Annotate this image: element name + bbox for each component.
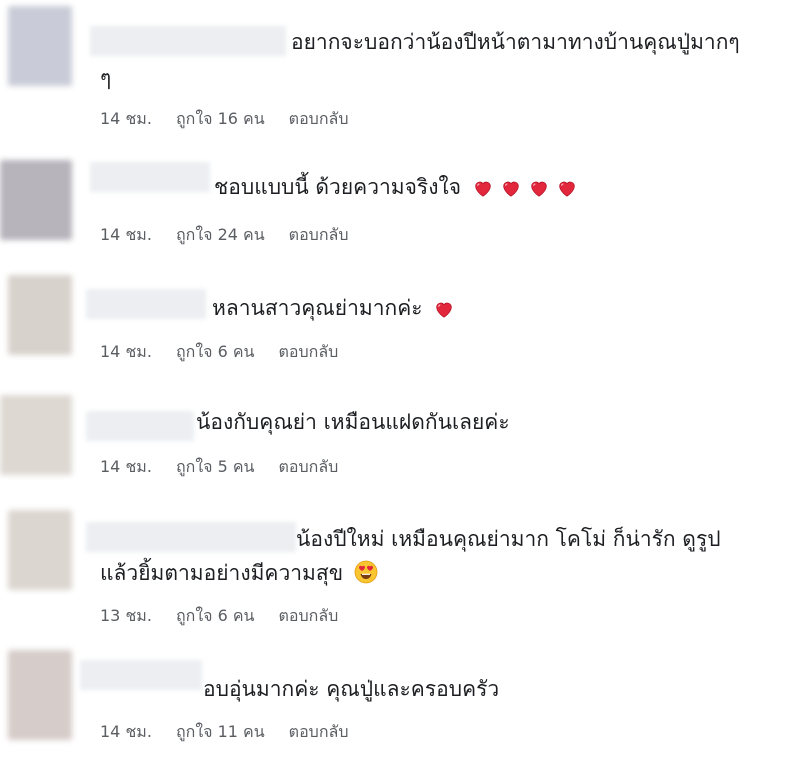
like-count[interactable]: ถูกใจ 5 คน <box>176 455 255 480</box>
comment-text-body: หลานสาวคุณย่ามากค่ะ <box>212 296 423 320</box>
heart-icon <box>436 302 452 318</box>
comment-time[interactable]: 14 ชม. <box>100 340 152 365</box>
comment-item: อบอุ่นมากค่ะ คุณปู่และครอบครัว 14 ชม. ถู… <box>0 640 800 760</box>
commenter-name[interactable] <box>86 289 206 319</box>
comment-time[interactable]: 14 ชม. <box>100 107 152 132</box>
reply-button[interactable]: ตอบกลับ <box>279 604 339 629</box>
comment-time[interactable]: 14 ชม. <box>100 455 152 480</box>
comment-text-continued: ๆ <box>100 66 112 90</box>
commenter-name[interactable] <box>90 162 210 192</box>
emoji-group <box>433 298 455 320</box>
commenter-name[interactable] <box>80 660 202 690</box>
like-count[interactable]: ถูกใจ 24 คน <box>176 223 265 248</box>
comment-text: อยากจะบอกว่าน้องปีหน้าตามาทางบ้านคุณปู่ม… <box>291 30 740 54</box>
reply-button[interactable]: ตอบกลับ <box>279 340 339 365</box>
heart-icon <box>559 181 575 197</box>
heart-icon <box>503 181 519 197</box>
comment-meta: 14 ชม. ถูกใจ 6 คน ตอบกลับ <box>100 340 338 365</box>
reply-button[interactable]: ตอบกลับ <box>289 107 349 132</box>
heart-icon <box>531 181 547 197</box>
comment-item: อยากจะบอกว่าน้องปีหน้าตามาทางบ้านคุณปู่ม… <box>0 0 800 135</box>
reply-button[interactable]: ตอบกลับ <box>289 223 349 248</box>
avatar[interactable] <box>0 160 72 240</box>
avatar[interactable] <box>8 275 72 355</box>
comment-text: ชอบแบบนี้ ด้วยความจริงใจ <box>214 172 578 202</box>
like-count[interactable]: ถูกใจ 16 คน <box>176 107 265 132</box>
heart-eyes-icon <box>354 560 378 584</box>
heart-icon <box>475 181 491 197</box>
comment-text: หลานสาวคุณย่ามากค่ะ <box>212 293 455 323</box>
comment-meta: 14 ชม. ถูกใจ 24 คน ตอบกลับ <box>100 223 348 248</box>
commenter-name[interactable] <box>86 522 296 552</box>
commenter-name[interactable] <box>86 411 194 441</box>
commenter-name[interactable] <box>90 26 286 56</box>
comment-text: อบอุ่นมากค่ะ คุณปู่และครอบครัว <box>203 677 500 701</box>
comment-meta: 14 ชม. ถูกใจ 11 คน ตอบกลับ <box>100 720 348 745</box>
comment-time[interactable]: 14 ชม. <box>100 720 152 745</box>
comment-text: น้องปีใหม่ เหมือนคุณย่ามาก โคโม่ ก็น่ารั… <box>296 527 721 551</box>
avatar[interactable] <box>8 510 72 590</box>
comment-item: หลานสาวคุณย่ามากค่ะ 14 ชม. ถูกใจ 6 คน ตอ… <box>0 265 800 375</box>
reply-button[interactable]: ตอบกลับ <box>289 720 349 745</box>
like-count[interactable]: ถูกใจ 11 คน <box>176 720 265 745</box>
comment-text-body: แล้วยิ้มตามอย่างมีความสุข <box>100 561 344 585</box>
comment-text: น้องกับคุณย่า เหมือนแฝดกันเลยค่ะ <box>196 410 510 434</box>
avatar[interactable] <box>8 650 72 740</box>
comment-text-body: ชอบแบบนี้ ด้วยความจริงใจ <box>214 175 462 199</box>
comment-item: น้องกับคุณย่า เหมือนแฝดกันเลยค่ะ 14 ชม. … <box>0 385 800 495</box>
comment-item: ชอบแบบนี้ ด้วยความจริงใจ 14 ชม. ถูกใจ 24… <box>0 150 800 260</box>
avatar[interactable] <box>0 395 72 475</box>
comment-meta: 13 ชม. ถูกใจ 6 คน ตอบกลับ <box>100 604 338 629</box>
emoji-group <box>472 177 578 199</box>
like-count[interactable]: ถูกใจ 6 คน <box>176 604 255 629</box>
avatar[interactable] <box>8 6 72 86</box>
comment-time[interactable]: 14 ชม. <box>100 223 152 248</box>
comment-time[interactable]: 13 ชม. <box>100 604 152 629</box>
comment-item: น้องปีใหม่ เหมือนคุณย่ามาก โคโม่ ก็น่ารั… <box>0 500 800 635</box>
reply-button[interactable]: ตอบกลับ <box>279 455 339 480</box>
comment-meta: 14 ชม. ถูกใจ 5 คน ตอบกลับ <box>100 455 338 480</box>
comment-text-continued: แล้วยิ้มตามอย่างมีความสุข <box>100 558 378 588</box>
comment-meta: 14 ชม. ถูกใจ 16 คน ตอบกลับ <box>100 107 348 132</box>
like-count[interactable]: ถูกใจ 6 คน <box>176 340 255 365</box>
